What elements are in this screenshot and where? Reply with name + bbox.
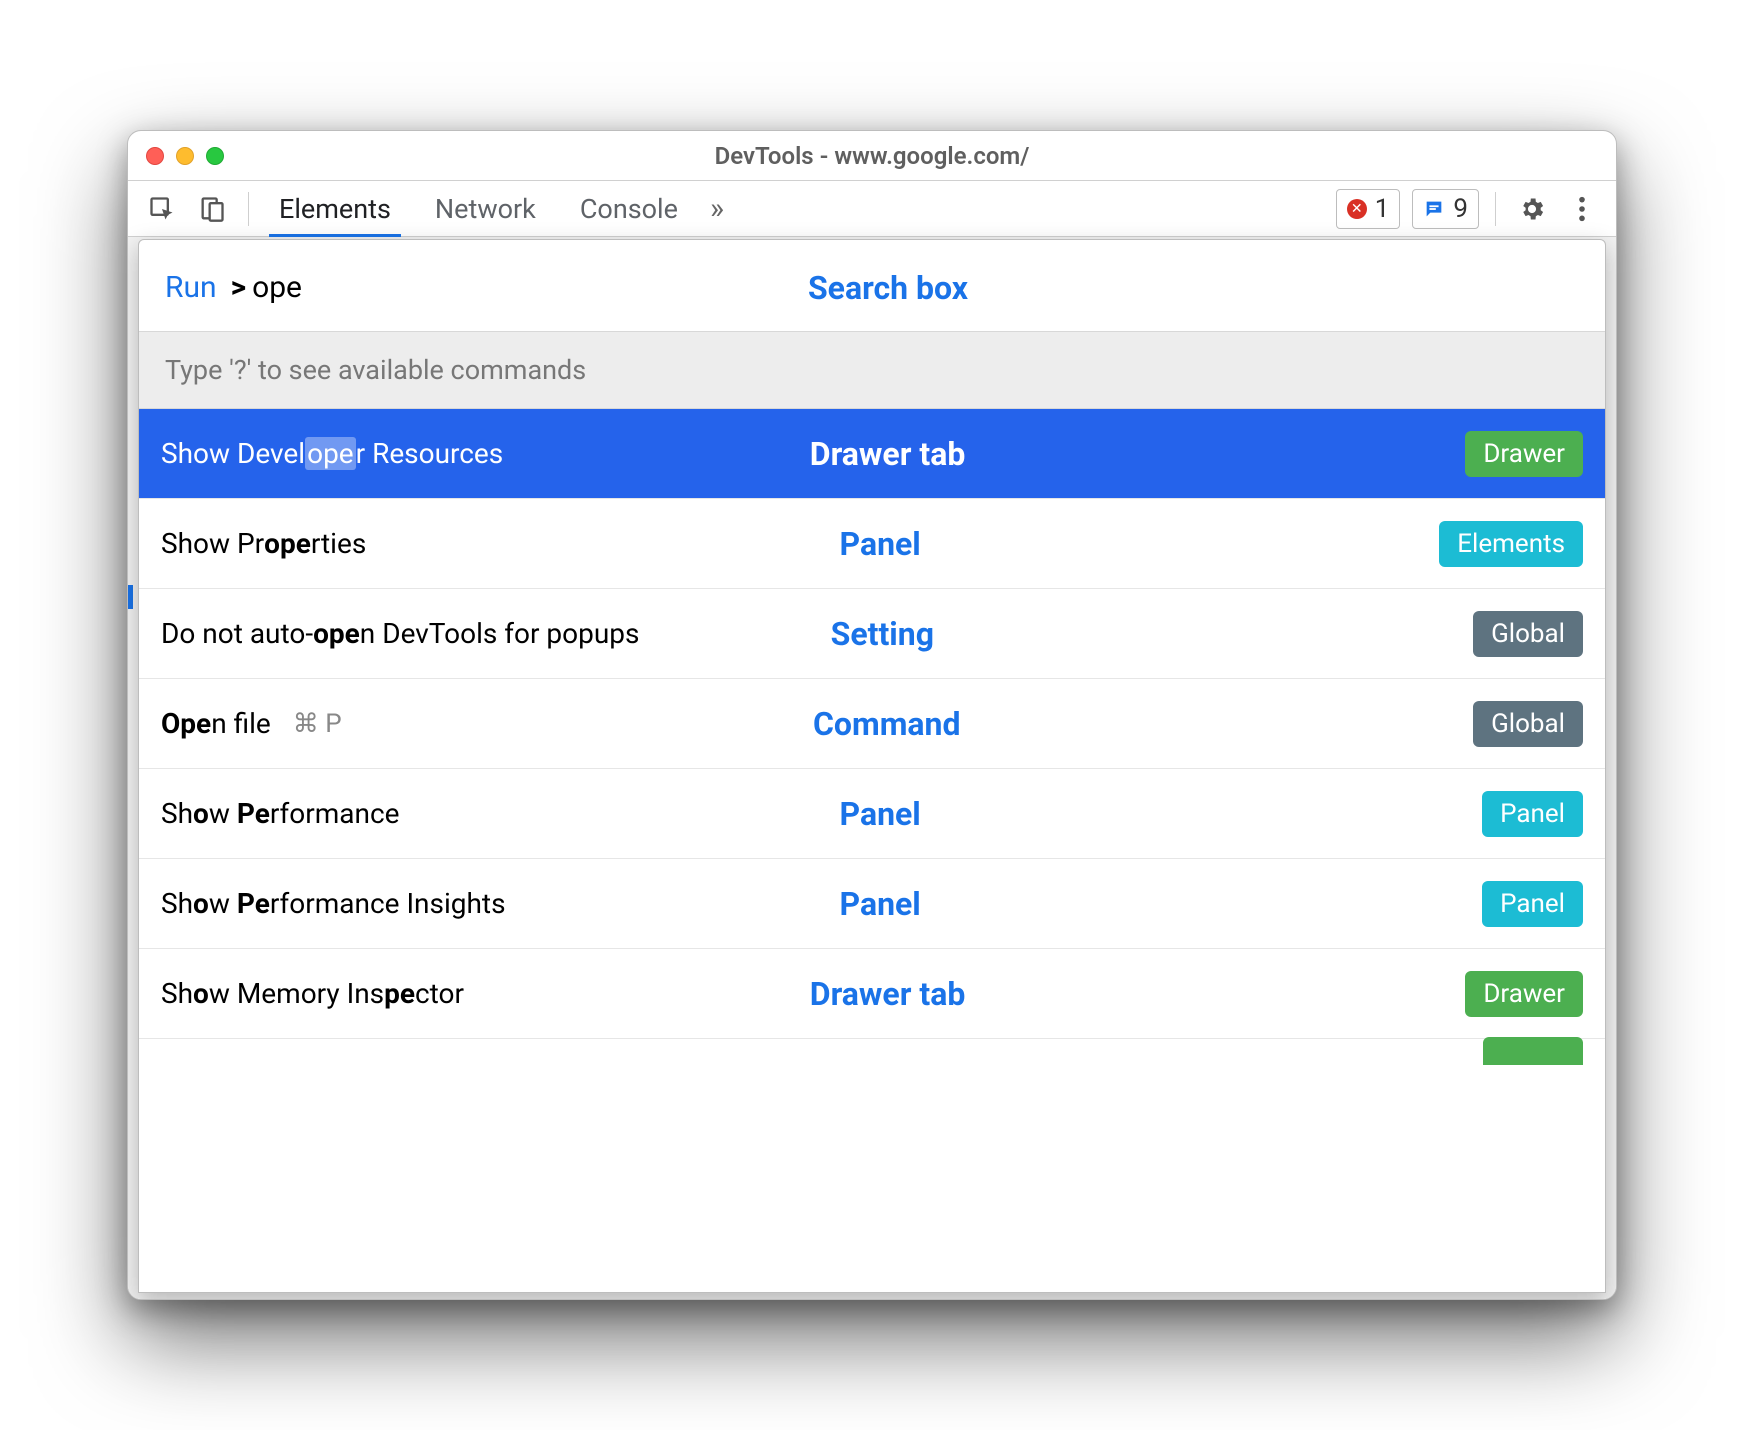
command-menu: Run >ope Search box Type '?' to see avai… [138,239,1606,1293]
command-row[interactable]: Open file⌘ P Command Global [139,679,1605,769]
tab-elements[interactable]: Elements [275,181,395,236]
command-annotation: Panel [839,885,920,923]
toolbar-separator [1495,192,1496,226]
command-annotation: Command [813,705,961,743]
command-row[interactable]: Show Properties Panel Elements [139,499,1605,589]
command-annotation: Drawer tab [810,975,966,1013]
run-label: Run [165,270,217,305]
settings-icon[interactable] [1512,189,1552,229]
panel-indicator [128,585,133,609]
error-count: 1 [1375,194,1390,224]
toolbar-separator [248,192,249,226]
command-text: Show Memory Inspector [161,977,464,1010]
minimize-window-button[interactable] [176,147,194,165]
more-options-icon[interactable] [1562,189,1602,229]
command-annotation: Drawer tab [810,435,966,473]
command-row[interactable]: Show Developer Resources Drawer tab Drawer [139,409,1605,499]
window-title: DevTools - www.google.com/ [128,142,1616,170]
command-text: Show Performance Insights [161,887,506,920]
devtools-toolbar: Elements Network Console » ✕ 1 9 [128,181,1616,237]
more-tabs-icon[interactable]: » [710,191,724,226]
command-tag: Global [1473,611,1583,657]
window-controls [146,147,224,165]
command-row[interactable]: Show Memory Inspector Drawer tab Drawer [139,949,1605,1039]
zoom-window-button[interactable] [206,147,224,165]
command-tag: Global [1473,701,1583,747]
content-area: Run >ope Search box Type '?' to see avai… [128,237,1616,1299]
command-tag: Drawer [1465,431,1583,477]
command-annotation: Setting [831,615,934,653]
messages-badge[interactable]: 9 [1412,189,1479,229]
error-badge[interactable]: ✕ 1 [1336,189,1401,229]
message-icon [1423,198,1445,220]
command-query: ope [252,270,302,305]
command-row[interactable]: Do not auto-open DevTools for popups Sett… [139,589,1605,679]
command-text: Show Developer Resources [161,437,503,470]
error-icon: ✕ [1347,199,1367,219]
command-search-row[interactable]: Run >ope Search box [139,240,1605,331]
command-tag [1483,1037,1584,1065]
command-tag: Elements [1439,521,1583,567]
command-shortcut: ⌘ P [293,709,342,739]
device-toggle-icon[interactable] [192,189,232,229]
close-window-button[interactable] [146,147,164,165]
inspect-element-icon[interactable] [142,189,182,229]
titlebar: DevTools - www.google.com/ [128,131,1616,181]
command-text: Show Performance [161,797,400,830]
command-annotation: Panel [839,525,920,563]
command-row-peek[interactable] [139,1039,1605,1065]
tab-network[interactable]: Network [431,181,540,236]
panel-tabs: Elements Network Console [275,181,682,236]
command-hint: Type '?' to see available commands [139,331,1605,409]
devtools-window: DevTools - www.google.com/ Elements Netw… [127,130,1617,1300]
tab-console[interactable]: Console [576,181,682,236]
status-badges: ✕ 1 9 [1336,189,1479,229]
command-row[interactable]: Show Performance Insights Panel Panel [139,859,1605,949]
command-row[interactable]: Show Performance Panel Panel [139,769,1605,859]
command-tag: Drawer [1465,971,1583,1017]
annotation-searchbox: Search box [808,269,968,307]
command-text: Do not auto-open DevTools for popups [161,617,639,650]
command-tag: Panel [1482,881,1583,927]
message-count: 9 [1453,194,1468,224]
command-tag: Panel [1482,791,1583,837]
run-prompt-angle: > [231,270,246,305]
command-annotation: Panel [839,795,920,833]
command-text: Show Properties [161,527,366,560]
command-list: Show Developer Resources Drawer tab Drawer… [139,409,1605,1065]
command-text: Open file⌘ P [161,707,342,740]
